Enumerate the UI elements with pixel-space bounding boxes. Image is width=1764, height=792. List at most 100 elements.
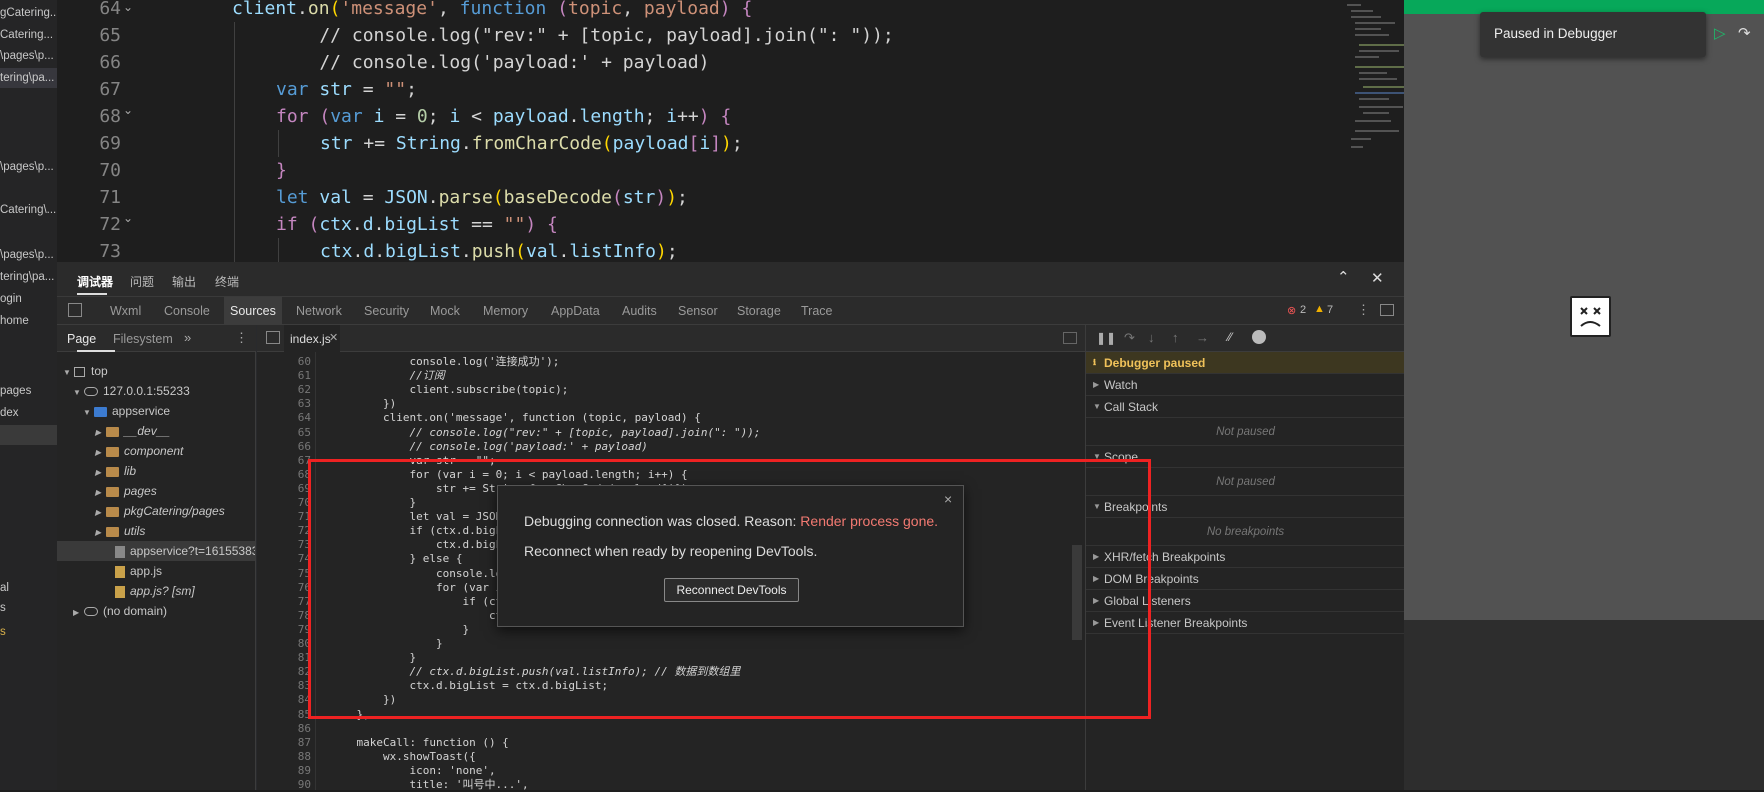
source-line-number[interactable]: 81 [257,651,311,665]
tree-no-domain[interactable]: ▶ (no domain) [73,601,167,621]
toggle-debugger-icon[interactable] [1063,332,1077,344]
tab-security[interactable]: Security [364,297,409,325]
close-tab-icon[interactable]: ✕ [329,331,338,344]
fold-chevron-icon[interactable]: ⌄ [123,0,133,14]
error-icon[interactable]: ⊗ [1287,304,1296,317]
explorer-item[interactable]: al [0,578,9,598]
source-line-number[interactable]: 75 [257,567,311,581]
minimap[interactable] [1347,0,1404,160]
chevron-up-icon[interactable]: ⌃ [1337,268,1350,286]
tab-storage[interactable]: Storage [737,297,781,325]
tab-memory[interactable]: Memory [483,297,528,325]
source-line-number[interactable]: 67 [257,454,311,468]
toggle-navigator-icon[interactable] [266,331,280,344]
tab-appdata[interactable]: AppData [551,297,600,325]
source-line-number[interactable]: 70 [257,496,311,510]
explorer-item[interactable]: home [0,311,29,331]
tab-wxml[interactable]: Wxml [110,297,141,325]
explorer-item[interactable]: dex [0,403,19,423]
tab-output[interactable]: 输出 [172,273,196,290]
tree-host[interactable]: ▼ 127.0.0.1:55233 [73,381,190,401]
tab-mock[interactable]: Mock [430,297,460,325]
source-line-number[interactable]: 78 [257,609,311,623]
tab-problems[interactable]: 问题 [130,273,154,290]
close-icon[interactable]: × [944,491,952,507]
source-line-number[interactable]: 86 [257,722,311,736]
explorer-item[interactable]: \pages\p... [0,46,54,66]
tree-folder[interactable]: ▶ lib [95,461,136,481]
step-icon[interactable]: → [1196,330,1209,345]
explorer-item[interactable]: tering\pa... [0,267,54,287]
tree-folder[interactable]: ▶ component [95,441,183,461]
tab-trace[interactable]: Trace [801,297,833,325]
source-line-number[interactable]: 87 [257,736,311,750]
tab-sources[interactable]: Sources [224,297,282,325]
warning-icon[interactable]: ▲ [1314,303,1325,315]
explorer-item[interactable]: tering\pa... [0,68,57,88]
step-over-icon[interactable]: ↷ [1124,330,1135,346]
tree-appservice[interactable]: ▼ appservice [83,401,170,421]
tab-page[interactable]: Page [67,332,96,346]
deactivate-breakpoints-icon[interactable]: ⁄⁄ [1228,330,1232,344]
source-line-number[interactable]: 82 [257,665,311,679]
pause-on-exceptions-icon[interactable] [1252,330,1266,344]
pane-call-stack[interactable]: ▼ Call Stack [1086,396,1405,418]
explorer-item[interactable]: gCatering... [0,3,57,23]
source-line-number[interactable]: 62 [257,383,311,397]
step-into-icon[interactable]: ↓ [1148,330,1155,345]
source-line-number[interactable]: 88 [257,750,311,764]
explorer-item[interactable]: Catering... [0,25,53,45]
source-line-number[interactable]: 76 [257,581,311,595]
step-out-icon[interactable]: ↑ [1172,330,1179,345]
source-line-number[interactable]: 60 [257,355,311,369]
source-line-number[interactable]: 61 [257,369,311,383]
source-line-number[interactable]: 66 [257,440,311,454]
source-line-number[interactable]: 74 [257,552,311,566]
tree-folder[interactable]: ▶ utils [95,521,145,541]
tab-filesystem[interactable]: Filesystem [113,332,173,346]
more-vert-icon[interactable]: ⋮ [1357,302,1370,318]
tree-file[interactable]: app.js? [sm] [115,581,195,601]
source-line-number[interactable]: 85 [257,708,311,722]
tab-debugger[interactable]: 调试器 [77,273,113,290]
source-line-number[interactable]: 64 [257,411,311,425]
fold-chevron-icon[interactable]: ⌄ [123,103,133,117]
tab-terminal[interactable]: 终端 [215,273,239,290]
resume-icon[interactable]: ▷ [1714,24,1726,42]
source-line-number[interactable]: 84 [257,693,311,707]
more-vert-icon[interactable]: ⋮ [235,330,248,346]
code-editor[interactable]: 64 65 66 67 68 69 70 71 72 73 ⌄ ⌄ ⌄ clie… [57,0,1404,262]
source-line-number[interactable]: 73 [257,538,311,552]
step-over-icon[interactable]: ↷ [1738,24,1751,42]
tree-folder[interactable]: ▶ __dev__ [95,421,170,441]
inspect-element-icon[interactable] [68,303,82,317]
tree-folder[interactable]: ▶ pages [95,481,157,501]
explorer-item[interactable]: Catering\... [0,200,56,220]
tab-audits[interactable]: Audits [622,297,657,325]
reconnect-devtools-button[interactable]: Reconnect DevTools [664,578,799,602]
source-line-number[interactable]: 63 [257,397,311,411]
explorer-item[interactable]: s [0,622,6,642]
explorer-item[interactable] [0,425,57,445]
tree-top[interactable]: ▼ top [63,361,108,381]
source-line-number[interactable]: 83 [257,679,311,693]
tree-file[interactable]: app.js [115,561,162,581]
source-line-number[interactable]: 77 [257,595,311,609]
explorer-item[interactable]: \pages\p... [0,245,54,265]
pause-icon[interactable]: ❚❚ [1096,331,1116,345]
source-line-number[interactable]: 71 [257,510,311,524]
explorer-item[interactable]: ogin [0,289,22,309]
tab-index-js[interactable]: index.js ✕ [284,325,340,352]
explorer-item[interactable]: pages [0,381,31,401]
close-icon[interactable]: ✕ [1371,269,1384,287]
source-line-number[interactable]: 89 [257,764,311,778]
tab-network[interactable]: Network [296,297,342,325]
source-line-number[interactable]: 80 [257,637,311,651]
source-line-number[interactable]: 72 [257,524,311,538]
chevron-more-icon[interactable]: » [184,330,191,345]
explorer-item[interactable]: \pages\p... [0,157,54,177]
explorer-item[interactable]: s [0,598,6,618]
tab-console[interactable]: Console [164,297,210,325]
source-line-number[interactable]: 79 [257,623,311,637]
source-line-number[interactable]: 68 [257,468,311,482]
